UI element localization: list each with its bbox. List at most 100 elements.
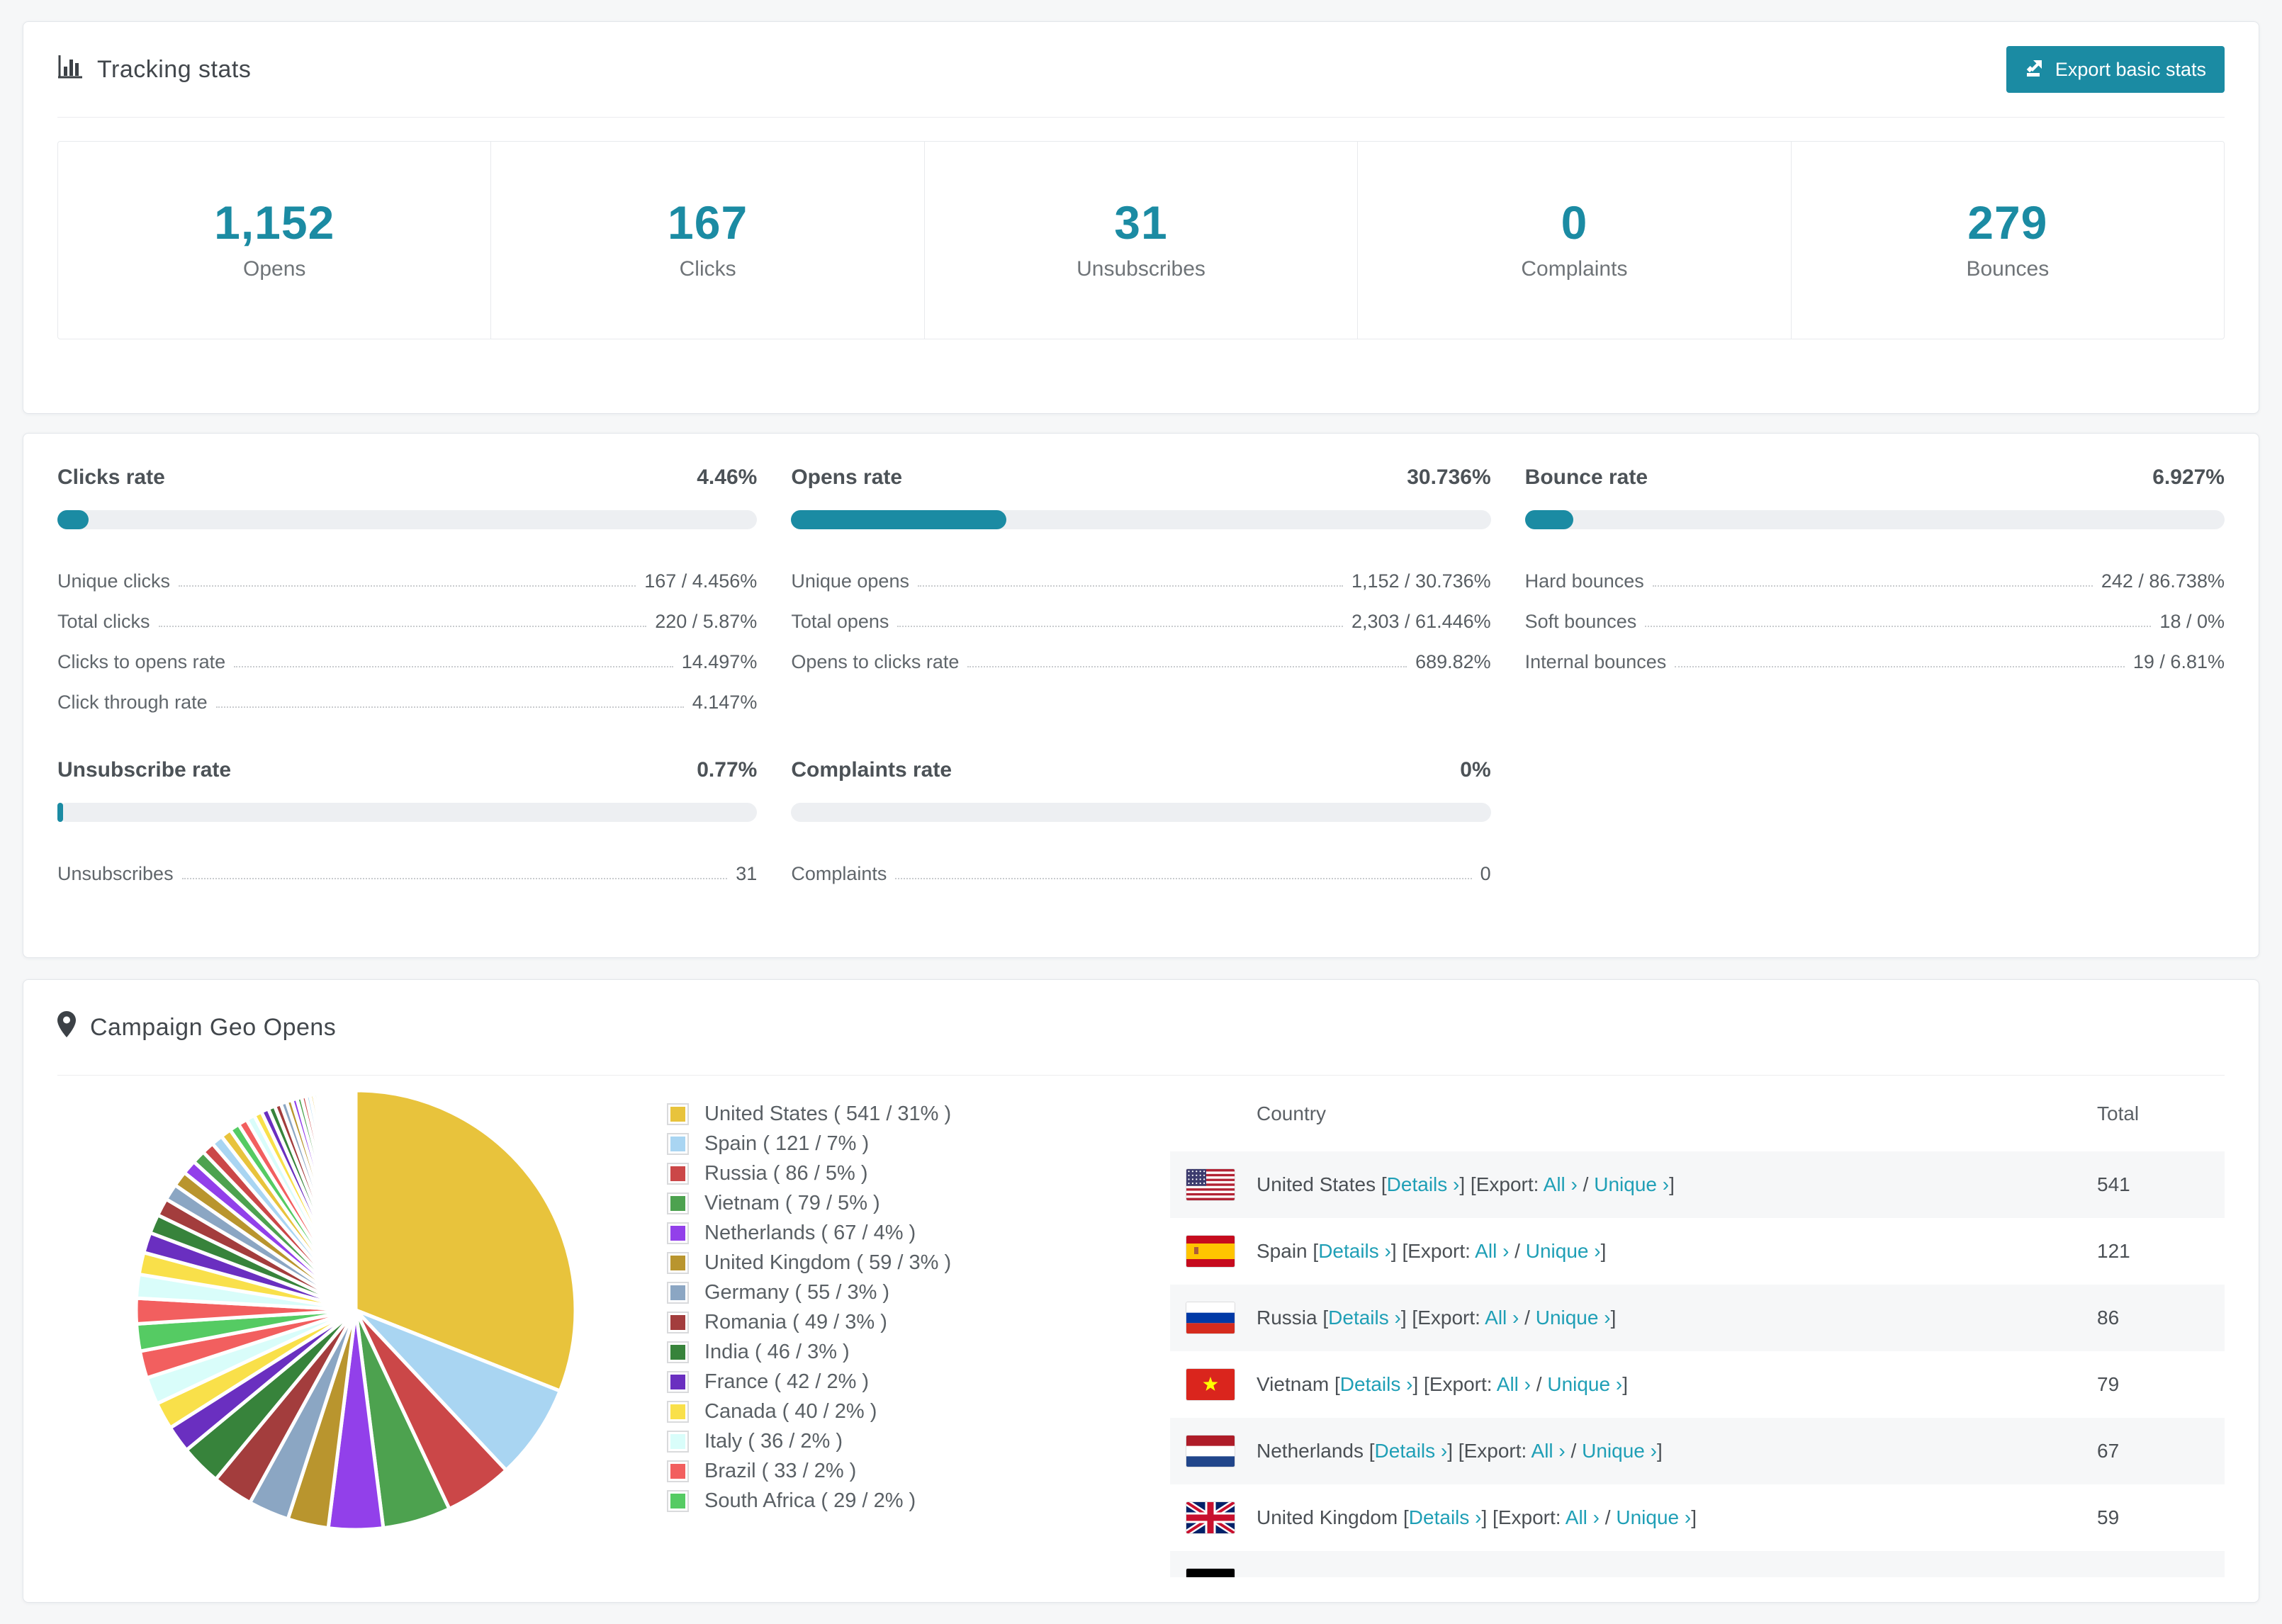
legend-label: Spain ( 121 / 7% ) <box>704 1132 870 1155</box>
legend-label: Vietnam ( 79 / 5% ) <box>704 1191 880 1214</box>
country-name: United Kingdom <box>1257 1506 1398 1528</box>
flag-icon-de <box>1186 1568 1235 1577</box>
export-unique-link[interactable]: Unique › <box>1582 1440 1657 1462</box>
dotted-leader <box>1645 626 2152 627</box>
progress-bar <box>791 510 1491 529</box>
rate-detail-row: Total opens 2,303 / 61.446% <box>791 594 1490 634</box>
rate-detail-row: Unique opens 1,152 / 30.736% <box>791 553 1490 594</box>
export-unique-link[interactable]: Unique › <box>1536 1307 1611 1329</box>
rate-detail-label: Click through rate <box>57 692 208 713</box>
legend-item-canada[interactable]: Canada ( 40 / 2% ) <box>667 1397 1120 1426</box>
geo-table-row-spain: Spain [Details ›] [Export: All › / Uniqu… <box>1170 1218 2225 1285</box>
flag-icon-vn <box>1186 1368 1235 1401</box>
rate-value: 0.77% <box>697 758 758 782</box>
rate-detail-row: Total clicks 220 / 5.87% <box>57 594 757 634</box>
rates-grid: Clicks rate 4.46% Unique clicks 167 / 4.456… <box>57 465 2225 886</box>
legend-item-united-states[interactable]: United States ( 541 / 31% ) <box>667 1099 1120 1129</box>
country-row-text: Netherlands [Details ›] [Export: All › /… <box>1257 1440 1663 1462</box>
rate-detail-row: Opens to clicks rate 689.82% <box>791 634 1490 675</box>
export-unique-link[interactable]: Unique › <box>1594 1173 1669 1195</box>
progress-bar-fill <box>791 510 1006 529</box>
details-link[interactable]: Details › <box>1340 1373 1413 1395</box>
dotted-leader <box>1652 585 2093 587</box>
dotted-leader <box>215 706 684 708</box>
geo-table-row-partial <box>1170 1551 2225 1577</box>
export-all-link[interactable]: All › <box>1531 1440 1566 1462</box>
legend-swatch <box>667 1341 689 1363</box>
rate-detail-row: Unique clicks 167 / 4.456% <box>57 553 757 594</box>
progress-bar-fill <box>1524 510 1574 529</box>
legend-item-vietnam[interactable]: Vietnam ( 79 / 5% ) <box>667 1188 1120 1218</box>
flag-icon-es <box>1186 1235 1235 1268</box>
stat-value: 279 <box>1967 196 2048 249</box>
legend-label: France ( 42 / 2% ) <box>704 1370 870 1393</box>
rate-detail-row: Hard bounces 242 / 86.738% <box>1525 553 2225 594</box>
legend-swatch <box>667 1400 689 1423</box>
rate-detail-row: Click through rate 4.147% <box>57 675 757 715</box>
export-all-link[interactable]: All › <box>1485 1307 1519 1329</box>
details-link[interactable]: Details › <box>1375 1440 1448 1462</box>
rate-block-unsubscribe-rate: Unsubscribe rate 0.77% Unsubscribes 31 <box>57 757 758 886</box>
geo-table-row-vietnam: Vietnam [Details ›] [Export: All › / Uni… <box>1170 1351 2225 1418</box>
legend-label: India ( 46 / 3% ) <box>704 1340 850 1363</box>
country-row-text: Spain [Details ›] [Export: All › / Uniqu… <box>1257 1240 1607 1262</box>
export-basic-stats-button[interactable]: Export basic stats <box>2006 46 2225 93</box>
legend-swatch <box>667 1162 689 1185</box>
rate-detail-label: Hard bounces <box>1524 570 1644 592</box>
export-unique-link[interactable]: Unique › <box>1526 1240 1601 1262</box>
tracking-stats-header: Tracking stats Export basic stats <box>23 22 2259 117</box>
country-total: 86 <box>2097 1307 2120 1329</box>
rate-header: Unsubscribe rate 0.77% <box>57 757 757 783</box>
flag-icon-ru <box>1186 1302 1235 1334</box>
rates-card: Clicks rate 4.46% Unique clicks 167 / 4.456… <box>23 433 2259 958</box>
legend-item-russia[interactable]: Russia ( 86 / 5% ) <box>667 1158 1120 1188</box>
rate-detail-row: Soft bounces 18 / 0% <box>1525 594 2225 634</box>
country-total: 59 <box>2097 1506 2120 1528</box>
dotted-leader <box>1675 666 2125 667</box>
rate-detail-row: Unsubscribes 31 <box>57 846 757 886</box>
rate-detail-label: Total clicks <box>57 611 150 632</box>
rate-header: Clicks rate 4.46% <box>57 465 757 490</box>
rate-detail-value: 2,303 / 61.446% <box>1351 611 1491 632</box>
rate-header: Bounce rate 6.927% <box>1525 465 2225 490</box>
details-link[interactable]: Details › <box>1387 1173 1460 1195</box>
details-link[interactable]: Details › <box>1328 1307 1401 1329</box>
legend-item-germany[interactable]: Germany ( 55 / 3% ) <box>667 1278 1120 1307</box>
stat-label: Opens <box>243 257 306 281</box>
export-all-link[interactable]: All › <box>1475 1240 1509 1262</box>
legend-item-italy[interactable]: Italy ( 36 / 2% ) <box>667 1426 1120 1456</box>
country-name: Netherlands <box>1257 1440 1364 1462</box>
dotted-leader <box>917 585 1343 587</box>
legend-item-brazil[interactable]: Brazil ( 33 / 2% ) <box>667 1456 1120 1486</box>
legend-item-south-africa[interactable]: South Africa ( 29 / 2% ) <box>667 1486 1120 1516</box>
legend-item-india[interactable]: India ( 46 / 3% ) <box>667 1337 1120 1367</box>
export-all-link[interactable]: All › <box>1544 1173 1578 1195</box>
legend-label: Romania ( 49 / 3% ) <box>704 1310 887 1333</box>
pie-slice-other[interactable] <box>353 1088 358 1312</box>
details-link[interactable]: Details › <box>1318 1240 1391 1262</box>
legend-item-romania[interactable]: Romania ( 49 / 3% ) <box>667 1307 1120 1337</box>
geo-title-group: Campaign Geo Opens <box>57 1011 336 1044</box>
rate-title: Clicks rate <box>57 466 165 489</box>
flag-icon-gb <box>1186 1501 1235 1534</box>
export-all-link[interactable]: All › <box>1566 1506 1600 1528</box>
export-unique-link[interactable]: Unique › <box>1616 1506 1691 1528</box>
details-link[interactable]: Details › <box>1409 1506 1482 1528</box>
rate-block-bounce-rate: Bounce rate 6.927% Hard bounces 242 / 86.73… <box>1524 465 2225 715</box>
dotted-leader <box>181 878 728 879</box>
stat-label: Clicks <box>679 257 736 281</box>
rate-detail-label: Unsubscribes <box>57 863 174 884</box>
rate-title: Unsubscribe rate <box>57 758 232 782</box>
country-row-text: United States [Details ›] [Export: All ›… <box>1257 1173 1675 1195</box>
rate-detail-value: 0 <box>1480 863 1491 884</box>
country-row-text: Vietnam [Details ›] [Export: All › / Uni… <box>1257 1373 1628 1395</box>
legend-item-united-kingdom[interactable]: United Kingdom ( 59 / 3% ) <box>667 1248 1120 1278</box>
export-unique-link[interactable]: Unique › <box>1547 1373 1622 1395</box>
legend-item-france[interactable]: France ( 42 / 2% ) <box>667 1367 1120 1397</box>
legend-swatch <box>667 1103 689 1125</box>
dotted-leader <box>158 626 647 627</box>
legend-item-spain[interactable]: Spain ( 121 / 7% ) <box>667 1129 1120 1158</box>
export-all-link[interactable]: All › <box>1497 1373 1531 1395</box>
geo-legend: United States ( 541 / 31% ) Spain ( 121 /… <box>667 1076 1120 1577</box>
legend-item-netherlands[interactable]: Netherlands ( 67 / 4% ) <box>667 1218 1120 1248</box>
